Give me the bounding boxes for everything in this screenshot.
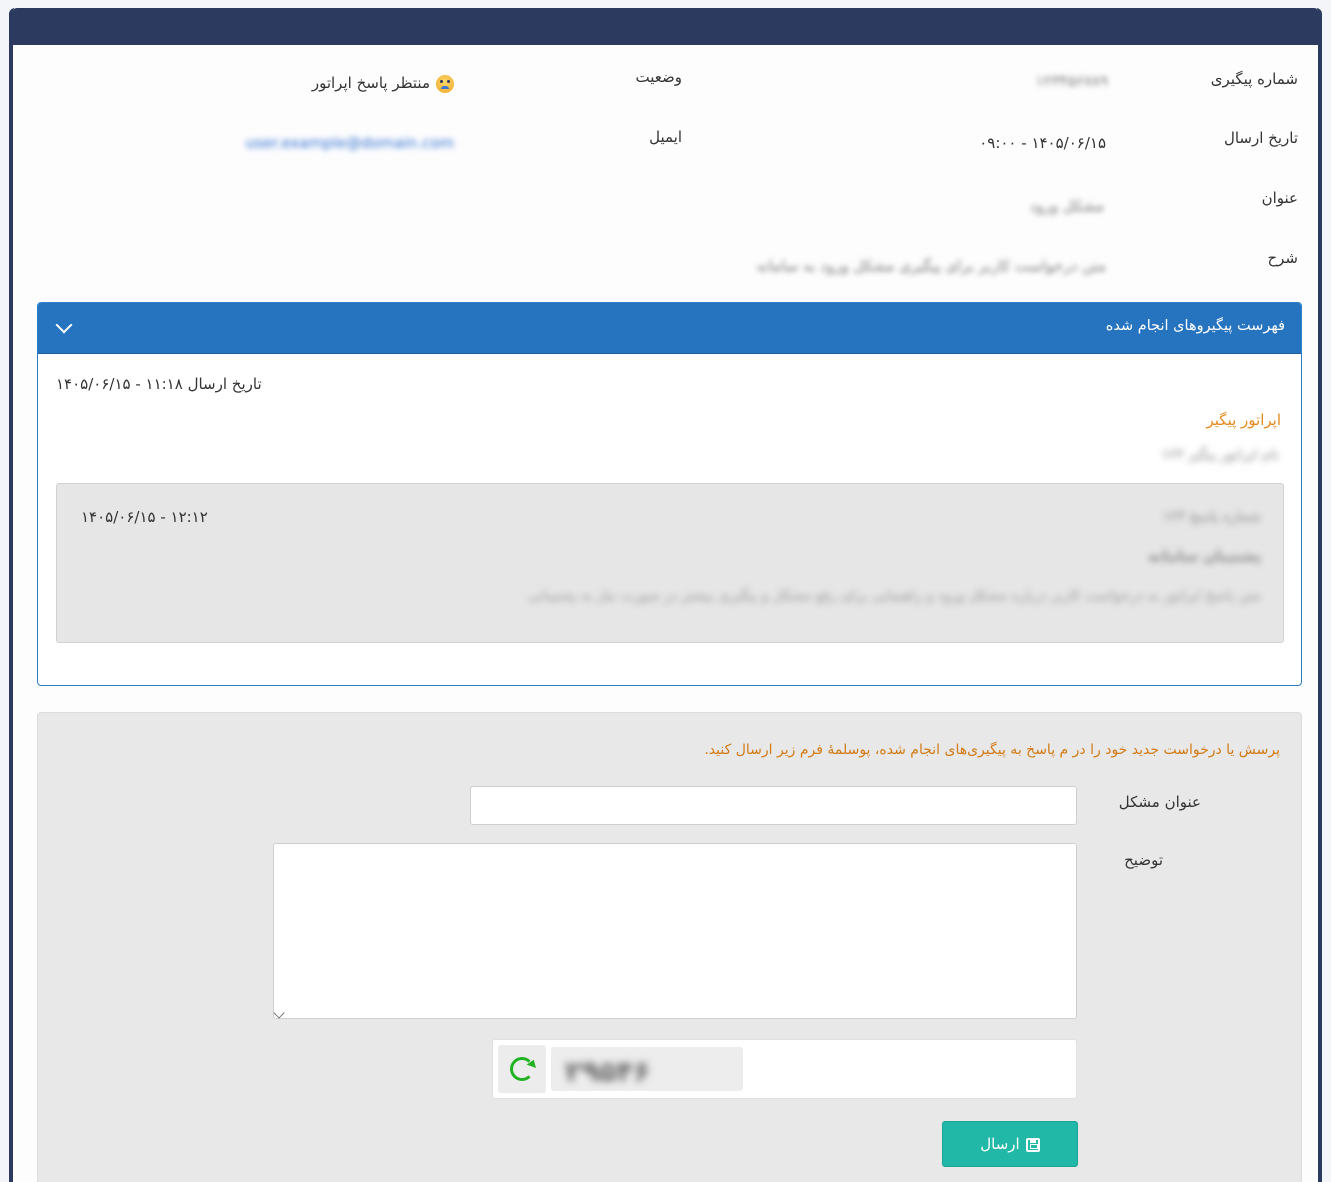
title-input[interactable] <box>470 786 1077 825</box>
tracking-label: شماره پیگیری <box>1210 70 1298 88</box>
status-value-wrap: منتظر پاسخ اپراتور <box>312 74 454 93</box>
followup-date: تاریخ ارسال ۱۱:۱۸ - ۱۴۰۵/۰۶/۱۵ <box>56 375 262 393</box>
reply-author: پشتیبان سامانه <box>1148 547 1261 565</box>
followups-title: فهرست پیگیروهای انجام شده <box>1105 318 1285 334</box>
description-label: شرح <box>1267 249 1298 267</box>
followups-panel-header[interactable]: فهرست پیگیروهای انجام شده <box>38 303 1301 354</box>
followups-panel: فهرست پیگیروهای انجام شده تاریخ ارسال ۱۱… <box>37 302 1302 686</box>
captcha-row: ۲۹۵۴۶ <box>492 1039 1077 1099</box>
captcha-code: ۲۹۵۴۶ <box>565 1055 651 1088</box>
captcha-refresh-button[interactable] <box>498 1045 546 1093</box>
subject-label: عنوان <box>1261 189 1298 207</box>
operator-label: اپراتور پیگیر <box>1206 411 1281 429</box>
description-value: متن درخواست کاربر برای پیگیری مشکل ورود … <box>756 257 1106 275</box>
reply-date: ۱۲:۱۲ - ۱۴۰۵/۰۶/۱۵ <box>81 508 208 526</box>
form-hint: پرسش یا درخواست جدید خود را در م پاسخ به… <box>704 742 1280 758</box>
chevron-down-icon[interactable] <box>55 316 73 334</box>
reply-text: متن پاسخ اپراتور به درخواست کاربر درباره… <box>527 588 1261 604</box>
title-field-label: عنوان مشکل <box>1118 793 1201 811</box>
subject-value: مشکل ورود <box>1029 197 1104 215</box>
operator-name: نام اپراتور پیگیر ۱۲۳ <box>1161 447 1279 463</box>
new-request-form: پرسش یا درخواست جدید خود را در م پاسخ به… <box>37 712 1302 1182</box>
submit-label: ارسال <box>980 1135 1020 1153</box>
top-bar <box>13 8 1318 45</box>
email-value[interactable]: user.example@domain.com <box>245 134 454 152</box>
save-icon <box>1025 1137 1040 1152</box>
sent-date-label: تاریخ ارسال <box>1223 129 1298 147</box>
tracking-value: ۱۲۳۴۵۶۷۸۹ <box>1035 72 1108 90</box>
status-value: منتظر پاسخ اپراتور <box>311 74 430 92</box>
waiting-face-icon <box>436 74 454 93</box>
reply-code: شماره پاسخ ۱۲۳ <box>1162 509 1261 525</box>
email-label: ایمیل <box>649 128 682 146</box>
reply-box: ۱۲:۱۲ - ۱۴۰۵/۰۶/۱۵ شماره پاسخ ۱۲۳ پشتیبا… <box>56 483 1284 643</box>
description-textarea[interactable] <box>273 843 1077 1019</box>
refresh-icon <box>510 1057 534 1081</box>
submit-button[interactable]: ارسال <box>942 1121 1078 1167</box>
status-label: وضعیت <box>635 68 682 86</box>
page-frame: شماره پیگیری ۱۲۳۴۵۶۷۸۹ وضعیت منتظر پاسخ … <box>9 8 1322 1182</box>
sent-date-value: ۱۴۰۵/۰۶/۱۵ - ۰۹:۰۰ <box>979 134 1106 152</box>
captcha-image: ۲۹۵۴۶ <box>551 1047 743 1091</box>
description-field-label: توضیح <box>1124 851 1163 869</box>
